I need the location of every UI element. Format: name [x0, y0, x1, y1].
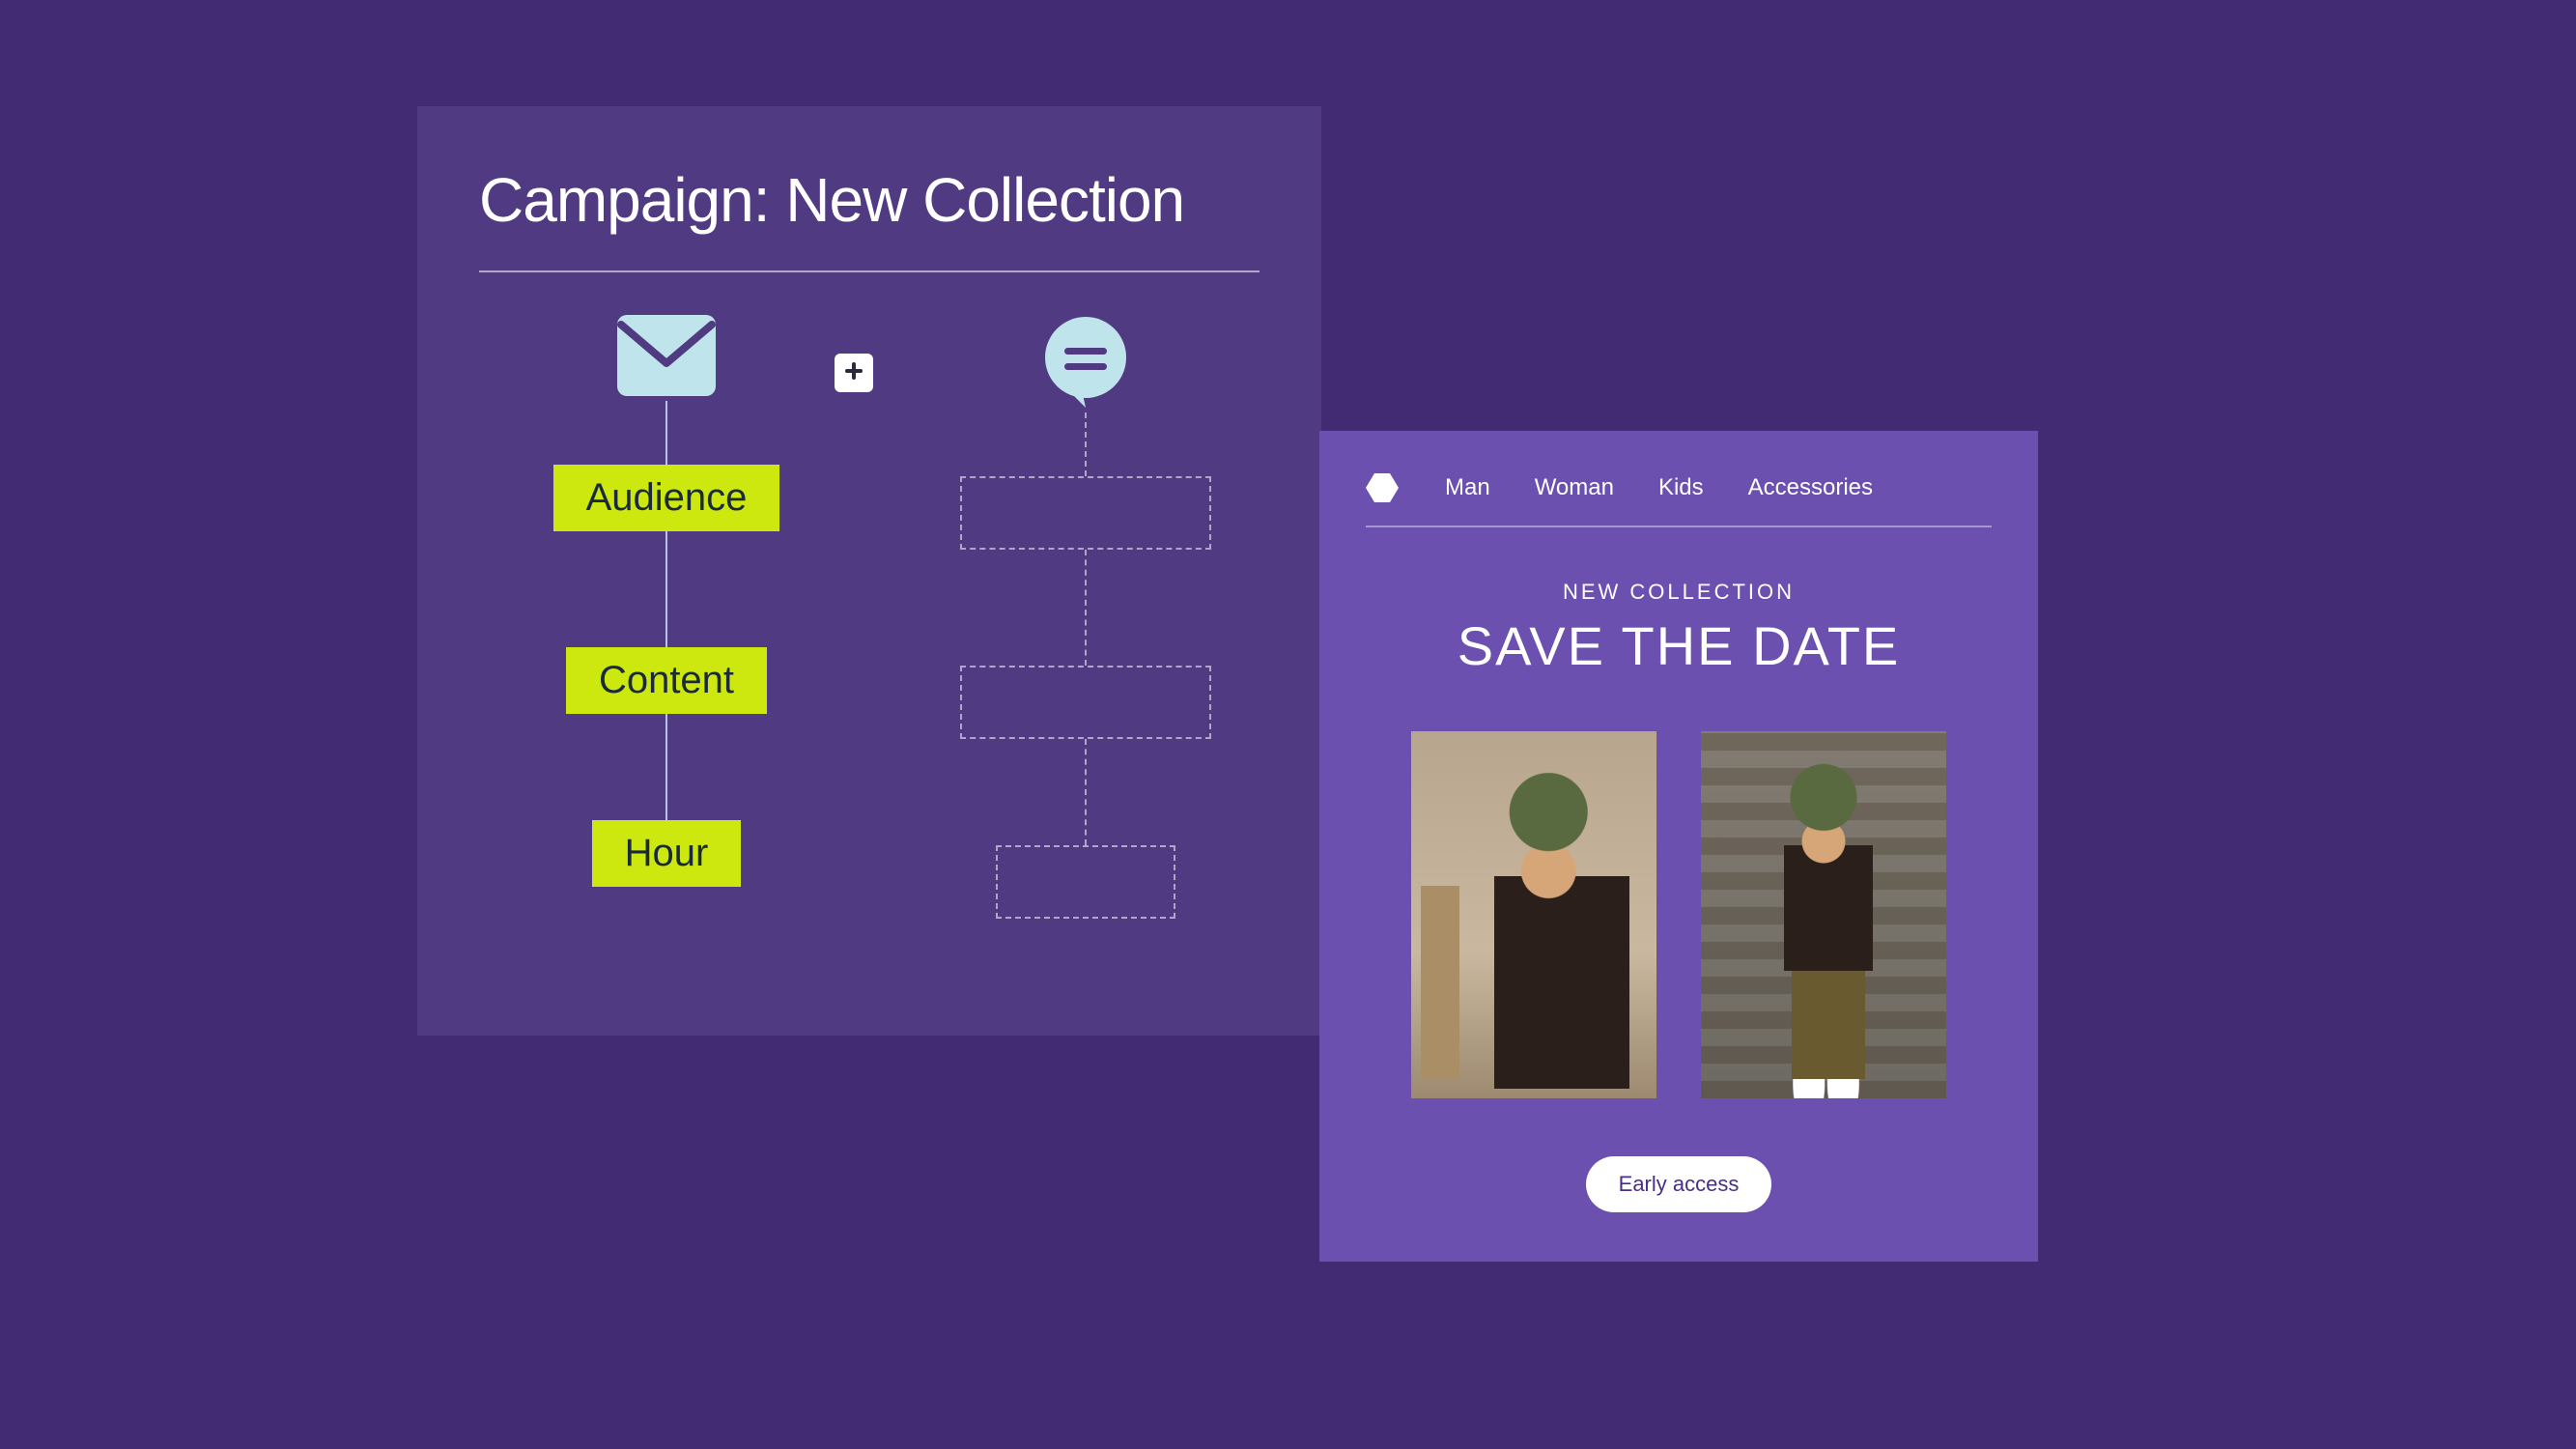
nav-link-kids[interactable]: Kids [1658, 474, 1704, 501]
flow-step-label: Hour [625, 832, 709, 874]
chat-icon[interactable] [1039, 315, 1132, 412]
email-preview-panel: Man Woman Kids Accessories NEW COLLECTIO… [1319, 431, 2038, 1262]
flow-connector [665, 531, 667, 647]
nav-link-accessories[interactable]: Accessories [1748, 474, 1873, 501]
preview-image-2 [1701, 731, 1946, 1098]
plus-icon [843, 360, 864, 386]
preview-eyebrow: NEW COLLECTION [1366, 580, 1992, 605]
flow-branch-chat [960, 315, 1211, 919]
early-access-button[interactable]: Early access [1586, 1156, 1772, 1212]
flow-step-placeholder[interactable] [960, 476, 1211, 550]
flow-step-placeholder[interactable] [960, 666, 1211, 739]
campaign-panel: Campaign: New Collection Audience Conten… [417, 106, 1321, 1036]
flow-step-hour[interactable]: Hour [592, 820, 742, 887]
flow-connector-placeholder [1085, 412, 1087, 476]
flow-connector [665, 714, 667, 820]
flow-step-label: Content [599, 659, 734, 701]
preview-nav-links: Man Woman Kids Accessories [1445, 474, 1873, 501]
flow-step-audience[interactable]: Audience [553, 465, 780, 531]
campaign-flow: Audience Content Hour [479, 315, 1260, 991]
preview-image-1 [1411, 731, 1656, 1098]
flow-step-placeholder[interactable] [996, 845, 1175, 919]
flow-branch-email: Audience Content Hour [541, 315, 792, 887]
flow-connector [665, 401, 667, 465]
flow-connector-placeholder [1085, 550, 1087, 666]
nav-link-man[interactable]: Man [1445, 474, 1490, 501]
cta-label: Early access [1619, 1172, 1740, 1196]
preview-nav: Man Woman Kids Accessories [1366, 473, 1992, 502]
flow-step-label: Audience [586, 476, 748, 519]
divider [479, 270, 1260, 272]
nav-link-woman[interactable]: Woman [1535, 474, 1614, 501]
preview-image-row [1366, 731, 1992, 1098]
flow-step-content[interactable]: Content [566, 647, 767, 714]
divider [1366, 526, 1992, 527]
campaign-title: Campaign: New Collection [479, 164, 1260, 236]
mail-icon[interactable] [617, 315, 716, 401]
preview-headline: SAVE THE DATE [1366, 614, 1992, 677]
brand-logo-icon [1366, 473, 1399, 502]
add-channel-button[interactable] [835, 354, 873, 392]
flow-connector-placeholder [1085, 739, 1087, 845]
